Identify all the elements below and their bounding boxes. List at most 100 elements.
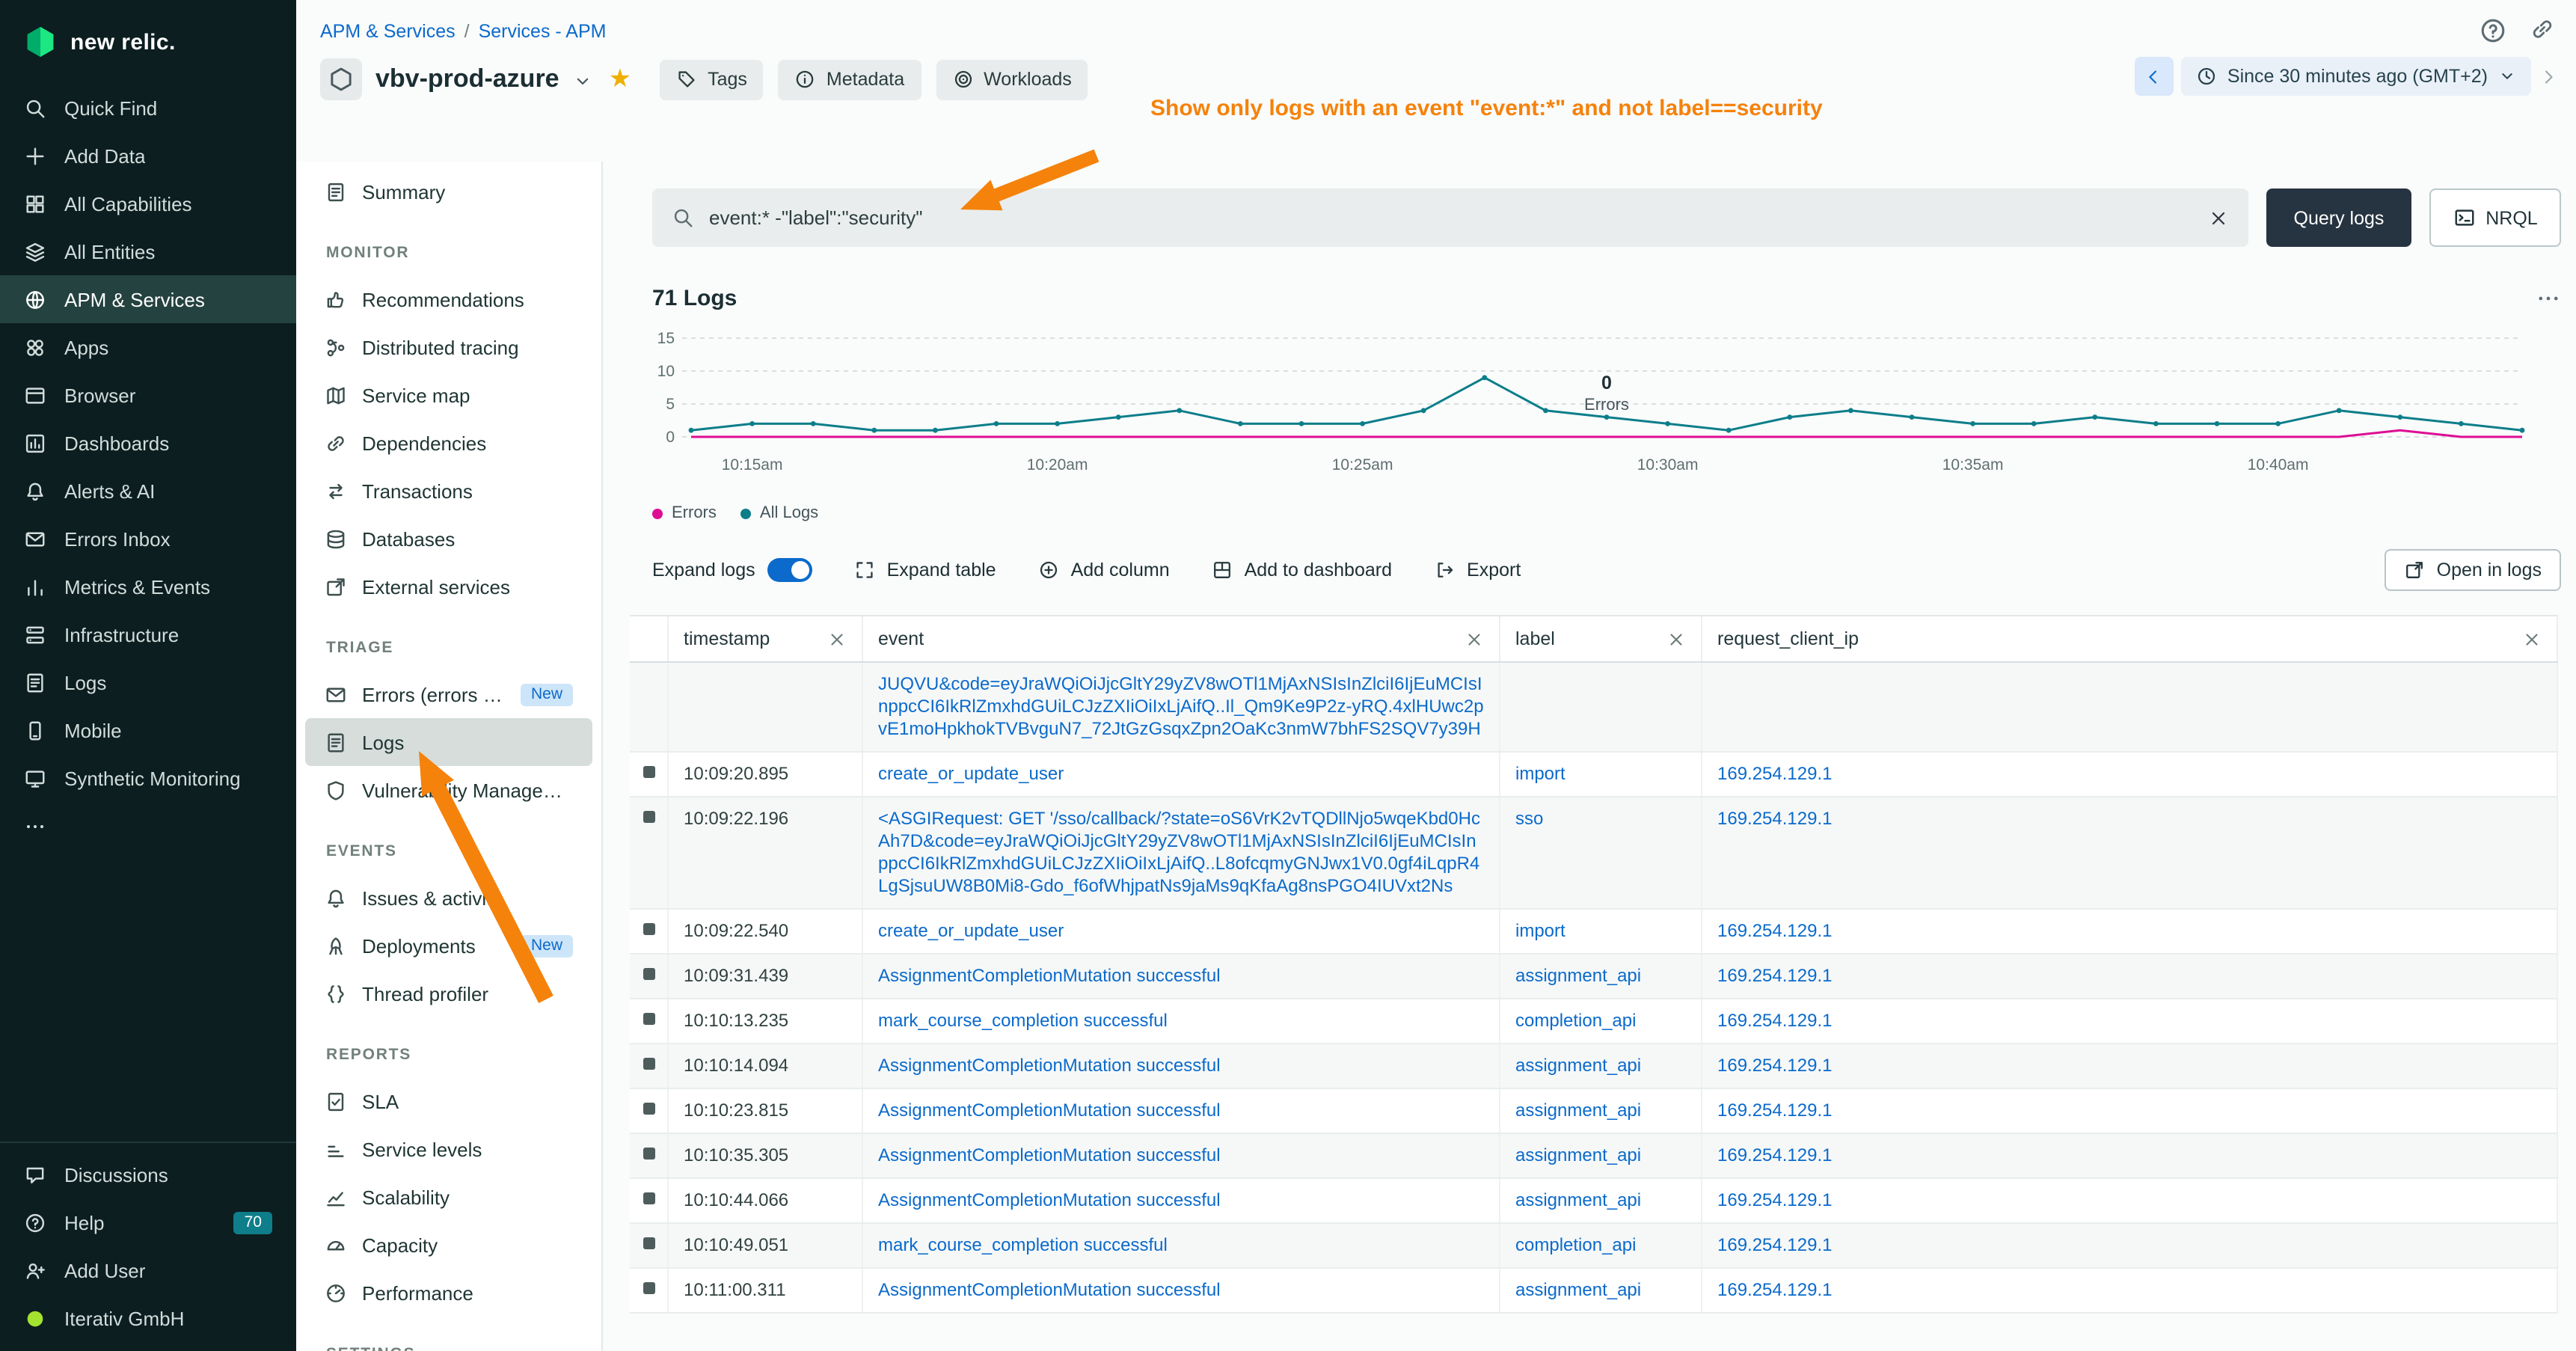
export-button[interactable]: Export: [1434, 560, 1521, 580]
open-in-logs-button[interactable]: Open in logs: [2385, 549, 2561, 591]
log-row[interactable]: JUQVU&code=eyJraWQiOiJjcGltY29yZV8wOTl1M…: [630, 663, 2558, 753]
cell-label[interactable]: completion_api: [1500, 999, 1702, 1043]
breadcrumb-link-services-apm[interactable]: Services - APM: [479, 21, 607, 42]
sidebar-item-infrastructure[interactable]: Infrastructure: [0, 610, 296, 658]
cell-label[interactable]: assignment_api: [1500, 1179, 1702, 1222]
time-back-button[interactable]: [2135, 57, 2174, 96]
remove-column-button[interactable]: [827, 629, 847, 649]
log-row[interactable]: 10:10:49.051mark_course_completion succe…: [630, 1224, 2558, 1269]
row-handle[interactable]: [630, 797, 669, 908]
entity-nav-item-logs[interactable]: Logs: [305, 718, 592, 766]
sidebar-item-dashboards[interactable]: Dashboards: [0, 419, 296, 467]
sidebar-item-more[interactable]: [0, 802, 296, 850]
log-row[interactable]: 10:10:13.235mark_course_completion succe…: [630, 999, 2558, 1044]
cell-event[interactable]: AssignmentCompletionMutation successful: [863, 1269, 1500, 1312]
column-header-label[interactable]: label: [1500, 616, 1702, 661]
entity-nav-item-errors-errors-inb[interactable]: Errors (errors inb...New: [305, 670, 592, 718]
legend-item-all-logs[interactable]: All Logs: [740, 504, 818, 522]
sidebar-item-add-user[interactable]: Add User: [0, 1246, 296, 1294]
add-column-button[interactable]: Add column: [1038, 560, 1170, 580]
cell-request-client-ip[interactable]: 169.254.129.1: [1702, 999, 2558, 1043]
column-header-timestamp[interactable]: timestamp: [669, 616, 863, 661]
entity-nav-item-dependencies[interactable]: Dependencies: [305, 419, 592, 467]
entity-nav-item-deployments[interactable]: DeploymentsNew: [305, 922, 592, 969]
entity-nav-item-transactions[interactable]: Transactions: [305, 467, 592, 515]
cell-request-client-ip[interactable]: 169.254.129.1: [1702, 797, 2558, 908]
row-handle[interactable]: [630, 1134, 669, 1177]
entity-dropdown-chevron-icon[interactable]: [573, 71, 592, 91]
query-logs-button[interactable]: Query logs: [2266, 189, 2411, 247]
cell-label[interactable]: sso: [1500, 797, 1702, 908]
cell-request-client-ip[interactable]: 169.254.129.1: [1702, 1224, 2558, 1267]
log-row[interactable]: 10:09:20.895create_or_update_userimport1…: [630, 753, 2558, 797]
new-relic-logo[interactable]: new relic.: [0, 0, 296, 84]
sidebar-item-discussions[interactable]: Discussions: [0, 1151, 296, 1198]
entity-nav-item-thread-profiler[interactable]: Thread profiler: [305, 969, 592, 1017]
cell-request-client-ip[interactable]: 169.254.129.1: [1702, 1179, 2558, 1222]
entity-nav-item-recommendations[interactable]: Recommendations: [305, 275, 592, 323]
time-forward-button[interactable]: [2539, 67, 2558, 86]
cell-event[interactable]: AssignmentCompletionMutation successful: [863, 1089, 1500, 1133]
sidebar-item-help[interactable]: Help70: [0, 1198, 296, 1246]
entity-nav-item-capacity[interactable]: Capacity: [305, 1221, 592, 1269]
entity-nav-item-external-services[interactable]: External services: [305, 563, 592, 610]
row-handle[interactable]: [630, 955, 669, 998]
cell-label[interactable]: assignment_api: [1500, 1269, 1702, 1312]
cell-event[interactable]: mark_course_completion successful: [863, 999, 1500, 1043]
favorite-star-icon[interactable]: ★: [609, 64, 632, 94]
cell-event[interactable]: mark_course_completion successful: [863, 1224, 1500, 1267]
metadata-button[interactable]: Metadata: [779, 59, 921, 99]
log-query-input[interactable]: event:* -"label":"security": [652, 189, 2248, 247]
entity-nav-item-vulnerability-management[interactable]: Vulnerability Management: [305, 766, 592, 814]
cell-event[interactable]: AssignmentCompletionMutation successful: [863, 1044, 1500, 1088]
cell-request-client-ip[interactable]: 169.254.129.1: [1702, 1089, 2558, 1133]
entity-nav-item-scalability[interactable]: Scalability: [305, 1173, 592, 1221]
cell-request-client-ip[interactable]: 169.254.129.1: [1702, 955, 2558, 998]
entity-nav-item-distributed-tracing[interactable]: Distributed tracing: [305, 323, 592, 371]
sidebar-item-add-data[interactable]: Add Data: [0, 132, 296, 180]
row-handle[interactable]: [630, 753, 669, 796]
cell-event[interactable]: create_or_update_user: [863, 753, 1500, 796]
expand-logs-toggle[interactable]: [767, 558, 812, 582]
help-button[interactable]: [2479, 16, 2507, 45]
log-row[interactable]: 10:10:35.305AssignmentCompletionMutation…: [630, 1134, 2558, 1179]
cell-request-client-ip[interactable]: 169.254.129.1: [1702, 1269, 2558, 1312]
cell-label[interactable]: import: [1500, 753, 1702, 796]
cell-event[interactable]: AssignmentCompletionMutation successful: [863, 1134, 1500, 1177]
row-handle[interactable]: [630, 1269, 669, 1312]
cell-event[interactable]: create_or_update_user: [863, 910, 1500, 953]
clear-query-button[interactable]: [2208, 207, 2229, 228]
cell-request-client-ip[interactable]: 169.254.129.1: [1702, 1134, 2558, 1177]
log-row[interactable]: 10:11:00.311AssignmentCompletionMutation…: [630, 1269, 2558, 1314]
cell-label[interactable]: assignment_api: [1500, 955, 1702, 998]
entity-nav-item-performance[interactable]: Performance: [305, 1269, 592, 1317]
log-row[interactable]: 10:09:22.540create_or_update_userimport1…: [630, 910, 2558, 955]
row-handle[interactable]: [630, 1179, 669, 1222]
row-handle[interactable]: [630, 999, 669, 1043]
column-header-request_client_ip[interactable]: request_client_ip: [1702, 616, 2558, 661]
sidebar-item-browser[interactable]: Browser: [0, 371, 296, 419]
cell-request-client-ip[interactable]: 169.254.129.1: [1702, 910, 2558, 953]
sidebar-item-iterativ-gmbh[interactable]: Iterativ GmbH: [0, 1294, 296, 1342]
cell-event[interactable]: <ASGIRequest: GET '/sso/callback/?state=…: [863, 797, 1500, 908]
entity-nav-item-summary[interactable]: Summary: [305, 168, 592, 215]
breadcrumb-link-apm-services[interactable]: APM & Services: [320, 21, 456, 42]
row-handle[interactable]: [630, 1224, 669, 1267]
sidebar-item-errors-inbox[interactable]: Errors Inbox: [0, 515, 296, 563]
entity-nav-item-service-levels[interactable]: Service levels: [305, 1125, 592, 1173]
sidebar-item-all-entities[interactable]: All Entities: [0, 227, 296, 275]
log-row[interactable]: 10:10:14.094AssignmentCompletionMutation…: [630, 1044, 2558, 1089]
sidebar-item-metrics-events[interactable]: Metrics & Events: [0, 563, 296, 610]
entity-nav-item-databases[interactable]: Databases: [305, 515, 592, 563]
remove-column-button[interactable]: [1465, 629, 1484, 649]
row-handle[interactable]: [630, 1044, 669, 1088]
workloads-button[interactable]: Workloads: [936, 59, 1088, 99]
cell-label[interactable]: assignment_api: [1500, 1089, 1702, 1133]
sidebar-item-mobile[interactable]: Mobile: [0, 706, 296, 754]
time-range-button[interactable]: Since 30 minutes ago (GMT+2): [2181, 57, 2531, 96]
log-row[interactable]: 10:09:31.439AssignmentCompletionMutation…: [630, 955, 2558, 999]
cell-event[interactable]: JUQVU&code=eyJraWQiOiJjcGltY29yZV8wOTl1M…: [863, 663, 1500, 751]
cell-label[interactable]: assignment_api: [1500, 1044, 1702, 1088]
sidebar-item-alerts-ai[interactable]: Alerts & AI: [0, 467, 296, 515]
entity-nav-item-service-map[interactable]: Service map: [305, 371, 592, 419]
